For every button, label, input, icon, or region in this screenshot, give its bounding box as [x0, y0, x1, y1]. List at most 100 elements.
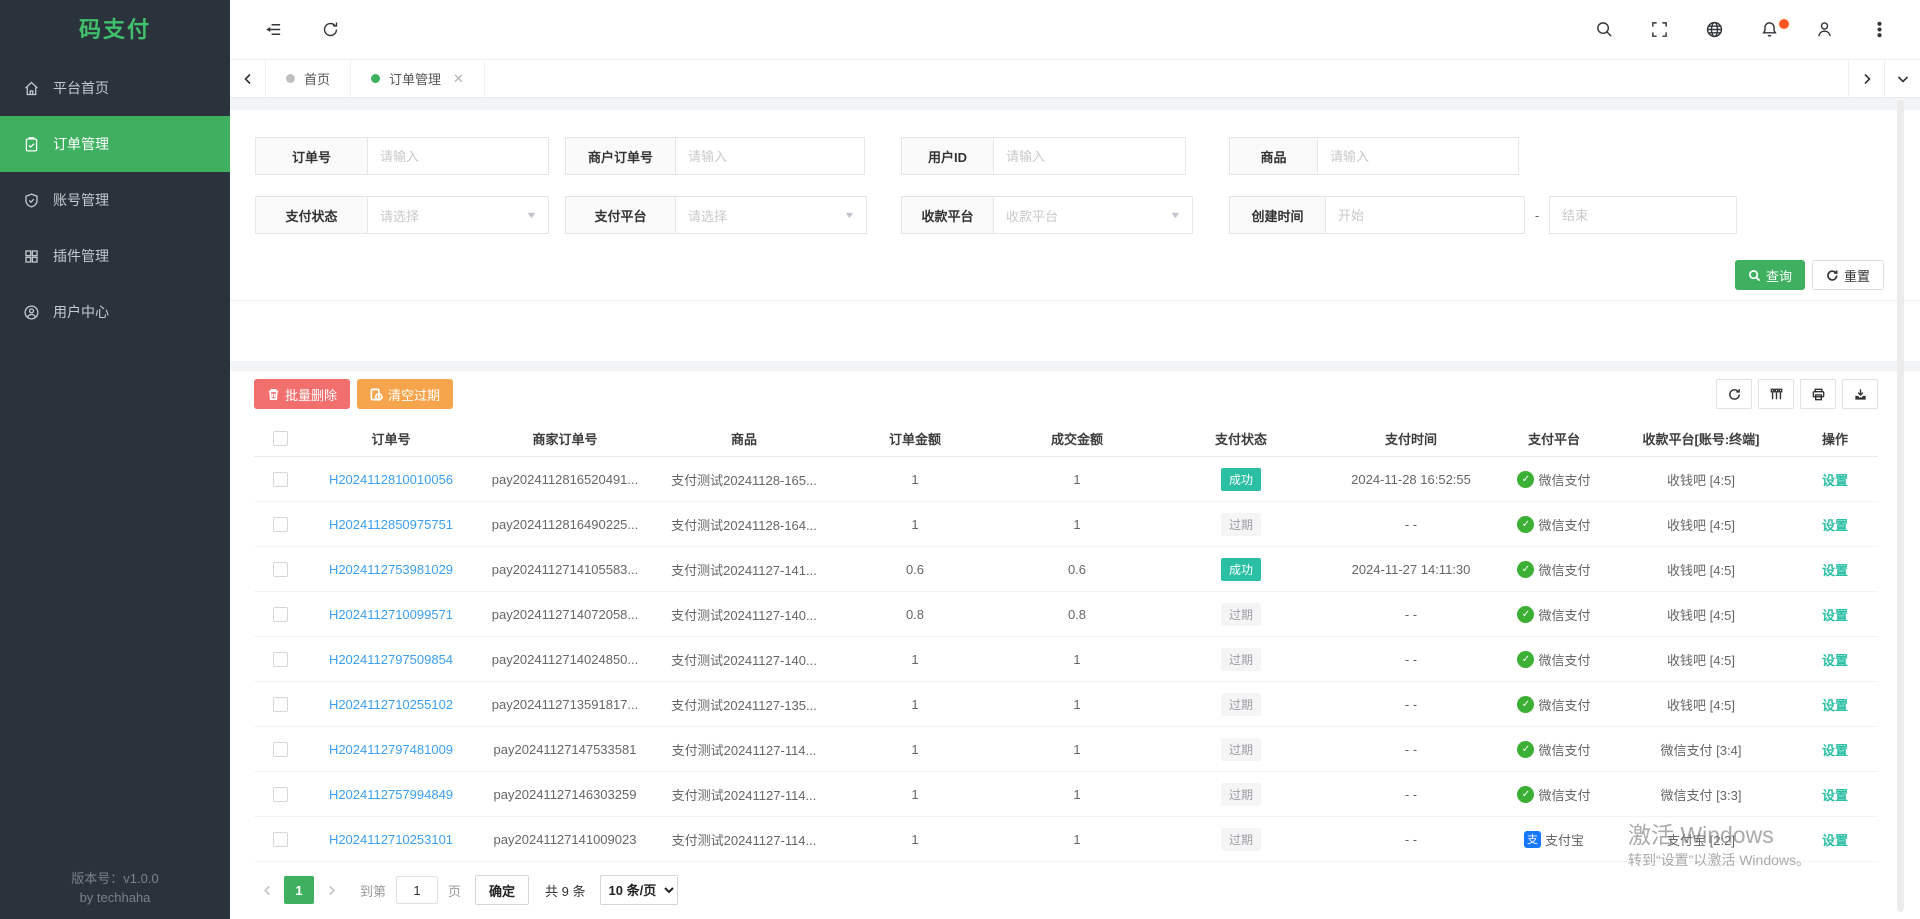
prev-page-icon[interactable] — [254, 876, 280, 904]
filter-product: 商品 — [1229, 137, 1519, 175]
filter-merchant-order-id: 商户订单号 — [565, 137, 865, 175]
order-id-link[interactable]: H2024112710099571 — [306, 607, 476, 622]
pay-platform-select[interactable]: 请选择 ▼ — [675, 196, 867, 234]
next-page-icon[interactable] — [318, 876, 344, 904]
merchant-order-id: pay2024112816490225... — [476, 517, 654, 532]
table-export-icon[interactable] — [1842, 379, 1878, 409]
order-id-link[interactable]: H2024112710253101 — [306, 832, 476, 847]
merchant-order-id: pay20241127146303259 — [476, 787, 654, 802]
table-row: H2024112710255102 pay2024112713591817...… — [254, 682, 1878, 727]
tab-close-icon[interactable]: ✕ — [453, 71, 464, 87]
collapse-menu-icon[interactable] — [262, 19, 284, 41]
tab-order-management[interactable]: 订单管理 ✕ — [351, 60, 485, 97]
home-icon — [23, 80, 40, 97]
tabs-scroll-right-icon[interactable] — [1848, 60, 1884, 97]
settings-link[interactable]: 设置 — [1792, 560, 1878, 579]
platform-name: 微信支付 — [1538, 695, 1590, 714]
chevron-down-icon: ▼ — [1169, 210, 1181, 220]
language-icon[interactable] — [1703, 19, 1725, 41]
order-amount: 1 — [834, 472, 996, 487]
paid-amount: 1 — [996, 787, 1158, 802]
settings-link[interactable]: 设置 — [1792, 740, 1878, 759]
notifications-icon[interactable] — [1758, 19, 1780, 41]
merchant-order-id-input[interactable] — [675, 137, 865, 175]
clear-expired-button[interactable]: 清空过期 — [357, 379, 453, 409]
batch-delete-button[interactable]: 批量删除 — [254, 379, 350, 409]
end-date-input[interactable] — [1549, 196, 1737, 234]
table-print-icon[interactable] — [1800, 379, 1836, 409]
settings-link[interactable]: 设置 — [1792, 785, 1878, 804]
page-unit-label: 页 — [448, 881, 461, 900]
goto-page-input[interactable] — [396, 876, 438, 904]
tab-label: 首页 — [304, 69, 330, 88]
user-profile-icon[interactable] — [1813, 19, 1835, 41]
paid-amount: 0.6 — [996, 562, 1158, 577]
tabs-menu-icon[interactable] — [1884, 60, 1920, 97]
sidebar-item-account-management[interactable]: 账号管理 — [0, 172, 230, 228]
order-id-link[interactable]: H2024112850975751 — [306, 517, 476, 532]
platform-icon — [1517, 606, 1534, 623]
row-checkbox[interactable] — [273, 742, 288, 757]
row-checkbox[interactable] — [273, 607, 288, 622]
sidebar-item-platform-home[interactable]: 平台首页 — [0, 60, 230, 116]
refresh-page-icon[interactable] — [319, 19, 341, 41]
row-checkbox[interactable] — [273, 832, 288, 847]
product-input[interactable] — [1317, 137, 1519, 175]
row-checkbox[interactable] — [273, 787, 288, 802]
version-info: 版本号：v1.0.0 by techhaha — [0, 869, 230, 907]
order-id-link[interactable]: H2024112797481009 — [306, 742, 476, 757]
settings-link[interactable]: 设置 — [1792, 650, 1878, 669]
start-date-input[interactable] — [1325, 196, 1525, 234]
row-checkbox[interactable] — [273, 652, 288, 667]
scrollbar[interactable] — [1897, 100, 1904, 912]
platform-icon — [1517, 561, 1534, 578]
tabs-scroll-left-icon[interactable] — [230, 60, 266, 97]
order-id-link[interactable]: H2024112753981029 — [306, 562, 476, 577]
platform-icon — [1517, 516, 1534, 533]
tab-home[interactable]: 首页 — [266, 60, 351, 97]
search-button[interactable]: 查询 — [1735, 260, 1805, 290]
order-id-link[interactable]: H2024112757994849 — [306, 787, 476, 802]
select-all-checkbox[interactable] — [273, 431, 288, 446]
order-id-link[interactable]: H2024112797509854 — [306, 652, 476, 667]
order-id-link[interactable]: H2024112810010056 — [306, 472, 476, 487]
row-checkbox[interactable] — [273, 472, 288, 487]
sidebar-item-user-center[interactable]: 用户中心 — [0, 284, 230, 340]
chevron-down-icon: ▼ — [525, 210, 537, 220]
receive-platform-select[interactable]: 收款平台 ▼ — [993, 196, 1193, 234]
goto-confirm-button[interactable]: 确定 — [475, 875, 529, 905]
pay-status-select[interactable]: 请选择 ▼ — [367, 196, 549, 234]
fullscreen-icon[interactable] — [1648, 19, 1670, 41]
receiver-account: 收钱吧 [4:5] — [1610, 650, 1792, 669]
order-icon — [23, 136, 40, 153]
table-columns-icon[interactable] — [1758, 379, 1794, 409]
settings-link[interactable]: 设置 — [1792, 515, 1878, 534]
merchant-order-id: pay2024112714072058... — [476, 607, 654, 622]
app-logo: 码支付 — [0, 0, 230, 60]
search-icon[interactable] — [1593, 19, 1615, 41]
row-checkbox[interactable] — [273, 697, 288, 712]
row-checkbox[interactable] — [273, 517, 288, 532]
current-page-button[interactable]: 1 — [284, 876, 314, 904]
sidebar-item-plugin-management[interactable]: 插件管理 — [0, 228, 230, 284]
settings-link[interactable]: 设置 — [1792, 470, 1878, 489]
status-badge: 过期 — [1221, 513, 1261, 536]
sidebar-item-order-management[interactable]: 订单管理 — [0, 116, 230, 172]
order-id-input[interactable] — [367, 137, 549, 175]
user-id-input[interactable] — [993, 137, 1186, 175]
reset-button[interactable]: 重置 — [1812, 260, 1884, 290]
order-id-link[interactable]: H2024112710255102 — [306, 697, 476, 712]
row-checkbox[interactable] — [273, 562, 288, 577]
settings-link[interactable]: 设置 — [1792, 830, 1878, 849]
pay-platform-cell: 微信支付 — [1498, 740, 1610, 759]
merchant-order-id: pay2024112714024850... — [476, 652, 654, 667]
settings-link[interactable]: 设置 — [1792, 695, 1878, 714]
table-refresh-icon[interactable] — [1716, 379, 1752, 409]
filter-padding — [255, 301, 1884, 361]
chevron-down-icon: ▼ — [843, 210, 855, 220]
page-size-select[interactable]: 10 条/页 — [600, 875, 678, 905]
product-name: 支付测试20241127-135... — [654, 695, 834, 714]
filter-label: 商品 — [1229, 137, 1317, 175]
settings-link[interactable]: 设置 — [1792, 605, 1878, 624]
more-icon[interactable] — [1868, 19, 1890, 41]
